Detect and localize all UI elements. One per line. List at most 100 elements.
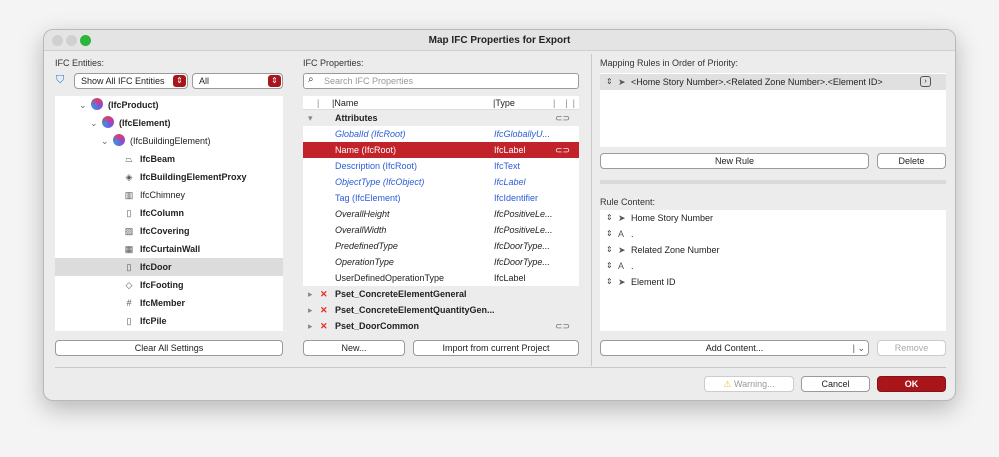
x-mark-icon: ✕ xyxy=(320,289,328,299)
property-row[interactable]: OperationType IfcDoorType... xyxy=(303,254,579,270)
tree-item[interactable]: ⌄ (IfcElement) xyxy=(55,114,283,132)
pset-row[interactable]: ▸ ✕ Pset_ConcreteElementQuantityGen... xyxy=(303,302,579,318)
tree-item[interactable]: ▯ IfcDoor xyxy=(55,258,283,276)
content-text: Home Story Number xyxy=(631,213,714,223)
reorder-icon[interactable]: ⇕ xyxy=(606,274,613,290)
reorder-icon[interactable]: ⇕ xyxy=(606,226,613,242)
pset-row[interactable]: ▸ ✕ Pset_ConcreteElementGeneral xyxy=(303,286,579,302)
chevron-down-icon[interactable]: ⌄ xyxy=(79,96,87,114)
tree-item[interactable]: ◈ IfcBuildingElementProxy xyxy=(55,168,283,186)
ok-button[interactable]: OK xyxy=(877,376,946,392)
reorder-icon[interactable]: ⇕ xyxy=(606,210,613,226)
entity-type-select[interactable]: All ⇕ xyxy=(192,73,283,89)
rule-content-item[interactable]: ⇕ ➤ Related Zone Number xyxy=(600,242,946,258)
section-divider[interactable] xyxy=(600,180,946,184)
property-row[interactable]: GlobalId (IfcRoot) IfcGloballyU... xyxy=(303,126,579,142)
clear-all-settings-button[interactable]: Clear All Settings xyxy=(55,340,283,356)
property-name: PredefinedType xyxy=(335,241,398,251)
close-button[interactable] xyxy=(52,35,63,46)
col-type-header[interactable]: |Type xyxy=(493,96,515,110)
property-row[interactable]: UserDefinedOperationType IfcLabel xyxy=(303,270,579,286)
zoom-button[interactable] xyxy=(80,35,91,46)
property-name: OverallHeight xyxy=(335,209,390,219)
tree-item-label: (IfcProduct) xyxy=(108,100,159,110)
chevron-right-icon[interactable]: › xyxy=(920,76,931,87)
reorder-icon[interactable]: ⇕ xyxy=(606,258,613,274)
new-property-button[interactable]: New... xyxy=(303,340,405,356)
group-row-attributes[interactable]: ▾ Attributes ⊂⊃ xyxy=(303,110,579,126)
content-text: Element ID xyxy=(631,277,676,287)
property-name: OperationType xyxy=(335,257,394,267)
warning-button[interactable]: ⚠ Warning... xyxy=(704,376,794,392)
delete-rule-button[interactable]: Delete xyxy=(877,153,946,169)
reorder-icon[interactable]: ⇕ xyxy=(606,242,613,258)
rule-item[interactable]: ⇕ ➤ <Home Story Number>.<Related Zone Nu… xyxy=(600,74,946,90)
rule-content-item[interactable]: ⇕ A. xyxy=(600,226,946,242)
property-type: IfcPositiveLe... xyxy=(494,209,553,219)
pset-label: Pset_DoorCommon xyxy=(335,321,420,331)
chevron-down-icon[interactable]: ⌄ xyxy=(90,114,98,132)
table-header: | |Name |Type | | | xyxy=(303,96,579,110)
new-rule-button[interactable]: New Rule xyxy=(600,153,869,169)
property-pointer-icon: ➤ xyxy=(618,277,626,287)
door-icon: ▯ xyxy=(126,262,132,272)
tree-item[interactable]: ⌄ (IfcBuildingElement) xyxy=(55,132,283,150)
tree-item[interactable]: ▥ IfcChimney xyxy=(55,186,283,204)
filter-icon[interactable]: ⛉ xyxy=(56,74,64,87)
tree-item[interactable]: ⌄ (IfcProduct) xyxy=(55,96,283,114)
disclosure-right-icon[interactable]: ▸ xyxy=(308,302,313,318)
chevron-down-icon[interactable]: ⌄ xyxy=(101,132,109,150)
link-icon: ⊂⊃ xyxy=(555,321,571,331)
tree-item[interactable]: ▦ IfcCurtainWall xyxy=(55,240,283,258)
reorder-icon[interactable]: ⇕ xyxy=(606,74,613,90)
property-pointer-icon: ➤ xyxy=(618,77,626,87)
rule-content-label: Rule Content: xyxy=(600,197,656,207)
property-pointer-icon: ➤ xyxy=(618,245,626,255)
cancel-button[interactable]: Cancel xyxy=(801,376,870,392)
entity-filter-select[interactable]: Show All IFC Entities ⇕ xyxy=(74,73,188,89)
covering-icon: ▨ xyxy=(124,226,134,236)
chevron-down-icon[interactable]: | ⌄ xyxy=(853,341,865,355)
properties-table: | |Name |Type | | | ▾ Attributes ⊂⊃ GlobalI… xyxy=(303,96,579,334)
add-content-button[interactable]: Add Content... | ⌄ xyxy=(600,340,869,356)
search-icon: ⌕ xyxy=(308,74,314,85)
pset-row[interactable]: ▸ ✕ Pset_DoorCommon ⊂⊃ xyxy=(303,318,579,334)
property-name: Name (IfcRoot) xyxy=(335,145,397,155)
property-row[interactable]: Tag (IfcElement) IfcIdentifier xyxy=(303,190,579,206)
property-row[interactable]: OverallWidth IfcPositiveLe... xyxy=(303,222,579,238)
content-text: Related Zone Number xyxy=(631,245,720,255)
minimize-button[interactable] xyxy=(66,35,77,46)
import-from-project-button[interactable]: Import from current Project xyxy=(413,340,579,356)
tree-item[interactable]: # IfcMember xyxy=(55,294,283,312)
search-input[interactable]: ⌕ Search IFC Properties xyxy=(303,73,579,89)
tree-item[interactable]: ▨ IfcCovering xyxy=(55,222,283,240)
remove-content-button[interactable]: Remove xyxy=(877,340,946,356)
rule-text: <Home Story Number>.<Related Zone Number… xyxy=(631,77,883,87)
tree-item[interactable]: ▯ IfcColumn xyxy=(55,204,283,222)
property-row[interactable]: Name (IfcRoot) IfcLabel ⊂⊃ xyxy=(303,142,579,158)
rule-content-item[interactable]: ⇕ ➤ Home Story Number xyxy=(600,210,946,226)
disclosure-down-icon[interactable]: ▾ xyxy=(308,110,313,126)
chevron-updown-icon: ⇕ xyxy=(268,75,281,87)
property-row[interactable]: PredefinedType IfcDoorType... xyxy=(303,238,579,254)
splitter[interactable] xyxy=(591,54,592,366)
properties-label: IFC Properties: xyxy=(303,58,364,68)
rule-content-item[interactable]: ⇕ A. xyxy=(600,258,946,274)
tree-item[interactable]: ◇ IfcFooting xyxy=(55,276,283,294)
disclosure-right-icon[interactable]: ▸ xyxy=(308,286,313,302)
tree-item-label: IfcFooting xyxy=(140,280,184,290)
disclosure-right-icon[interactable]: ▸ xyxy=(308,318,313,334)
property-row[interactable]: Description (IfcRoot) IfcText xyxy=(303,158,579,174)
content-text: . xyxy=(631,229,634,239)
tree-item-label: IfcPile xyxy=(140,316,167,326)
member-icon: # xyxy=(126,298,132,308)
property-row[interactable]: OverallHeight IfcPositiveLe... xyxy=(303,206,579,222)
tree-item-label: (IfcElement) xyxy=(119,118,171,128)
tree-item[interactable]: ▯ IfcPile xyxy=(55,312,283,330)
tree-item[interactable]: ⏢ IfcBeam xyxy=(55,150,283,168)
col-name-header[interactable]: |Name xyxy=(332,96,358,110)
rule-content-item[interactable]: ⇕ ➤ Element ID xyxy=(600,274,946,290)
link-icon: ⊂⊃ xyxy=(555,113,571,123)
chevron-updown-icon: ⇕ xyxy=(173,75,186,87)
property-row[interactable]: ObjectType (IfcObject) IfcLabel xyxy=(303,174,579,190)
